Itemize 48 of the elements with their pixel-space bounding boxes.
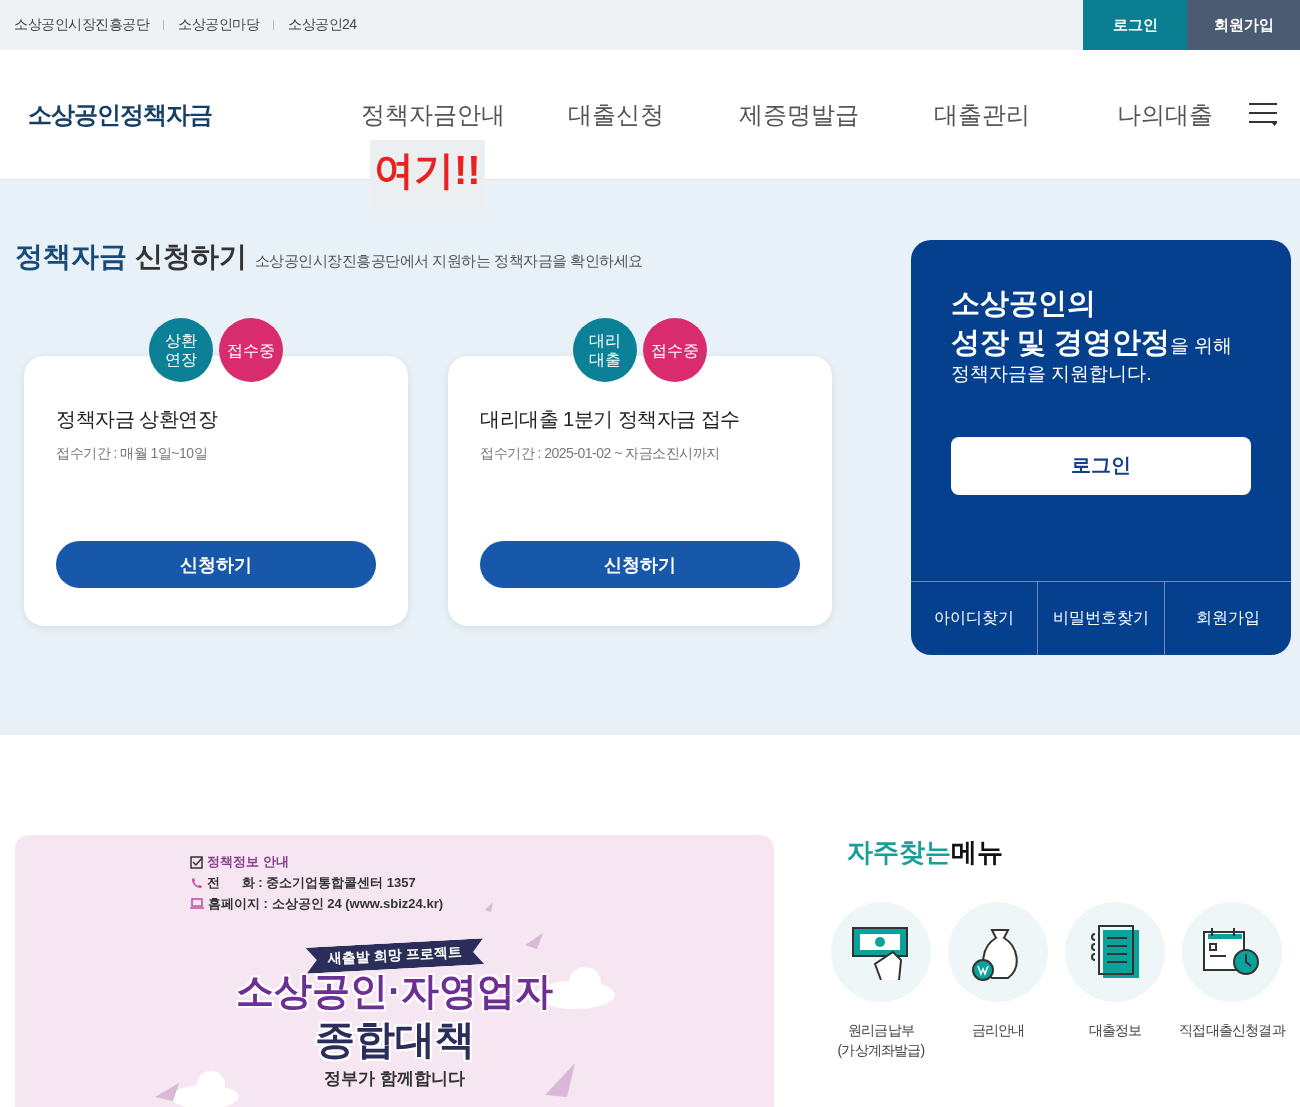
- card-period: 접수기간 : 매월 1일~10일: [56, 445, 209, 463]
- ribbon-label: 새출발 희망 프로젝트: [305, 938, 484, 974]
- policy-banner[interactable]: 정책정보 안내 전 화 : 중소기업통합콜센터 1357 홈페이지 : 소상공인 24 (www.sbiz24.kr) 새출발 희망 프로젝트 소상공인·자영업자 종합대책 정부가 함께합니다: [15, 835, 774, 1107]
- status-badge: 상환 연장: [149, 318, 213, 382]
- account-link[interactable]: 비밀번호찾기: [1037, 582, 1164, 655]
- status-badge: 접수중: [643, 318, 707, 382]
- annotation-text: 여기!!: [370, 140, 485, 210]
- panel-message: 소상공인의 성장 및 경영안정 을 위해 정책자금을 지원합니다.: [951, 286, 1234, 387]
- top-link[interactable]: 소상공인시장진흥공단: [14, 16, 149, 34]
- signup-button[interactable]: 회원가입: [1187, 0, 1300, 50]
- apply-button[interactable]: 신청하기: [480, 541, 800, 588]
- top-link[interactable]: 소상공인24: [288, 16, 357, 34]
- card-period: 접수기간 : 2025-01-02 ~ 자금소진시까지: [480, 445, 721, 463]
- info-line: 홈페이지 : 소상공인 24 (www.sbiz24.kr): [208, 895, 444, 913]
- quick-menu-title: 자주찾는메뉴: [847, 836, 1004, 869]
- login-button[interactable]: 로그인: [1083, 0, 1187, 50]
- section-title: 정책자금 신청하기: [15, 240, 247, 274]
- site-logo[interactable]: 소상공인정책자금: [28, 98, 328, 131]
- quick-menu-label[interactable]: 원리금납부(가상계좌발급): [821, 1021, 941, 1061]
- nav-item[interactable]: 제증명발급: [724, 98, 874, 131]
- nav-item[interactable]: 대출신청: [541, 98, 691, 131]
- quick-menu-label[interactable]: 직접대출신청결과: [1172, 1021, 1292, 1041]
- status-badge: 접수중: [219, 318, 283, 382]
- quick-menu-label[interactable]: 대출정보: [1055, 1021, 1175, 1041]
- nav-item[interactable]: 대출관리: [907, 98, 1057, 131]
- cash-hand-icon: [851, 924, 911, 980]
- checkbox-icon: [190, 855, 203, 869]
- nav-item[interactable]: 정책자금안내: [358, 98, 508, 131]
- quick-menu-label[interactable]: 금리안내: [938, 1021, 1058, 1041]
- section-subtitle: 소상공인시장진흥공단에서 지원하는 정책자금을 확인하세요: [254, 252, 643, 271]
- card-title: 대리대출 1분기 정책자금 접수: [480, 407, 741, 432]
- phone-icon: [190, 876, 203, 890]
- apply-button[interactable]: 신청하기: [56, 541, 376, 588]
- account-link[interactable]: 회원가입: [1164, 582, 1291, 655]
- laptop-icon: [190, 898, 204, 910]
- info-line: 전 화 : 중소기업통합콜센터 1357: [207, 874, 416, 892]
- banner-footer: 정부가 함께합니다: [324, 1066, 465, 1090]
- document-icon: [1089, 924, 1141, 980]
- info-title: 정책정보 안내: [207, 853, 289, 871]
- nav-item[interactable]: 나의대출: [1090, 98, 1240, 131]
- status-badge: 대리 대출: [573, 318, 637, 382]
- login-button[interactable]: 로그인: [951, 436, 1251, 495]
- top-link[interactable]: 소상공인마당: [178, 16, 259, 34]
- banner-headline: 종합대책: [314, 1015, 475, 1063]
- card-title: 정책자금 상환연장: [56, 407, 219, 432]
- menu-icon[interactable]: [1248, 102, 1278, 126]
- calendar-clock-icon: [1202, 926, 1262, 978]
- account-link[interactable]: 아이디찾기: [911, 582, 1037, 655]
